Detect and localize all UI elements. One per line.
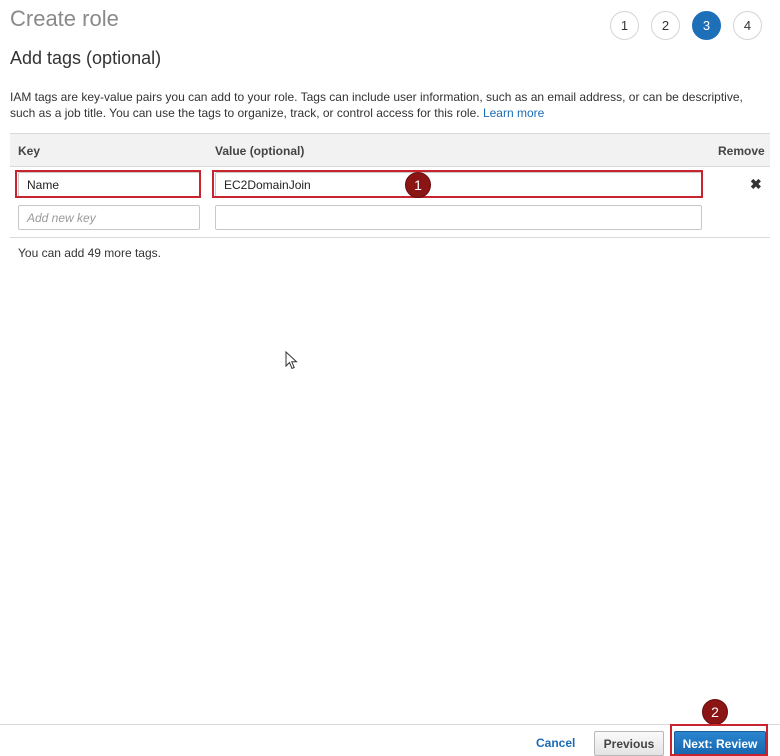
remove-tag-icon[interactable]: ✖ bbox=[750, 176, 762, 193]
tags-table-header: Key Value (optional) Remove bbox=[10, 134, 770, 167]
header-key: Key bbox=[18, 144, 41, 158]
tags-table: Key Value (optional) Remove Name EC2Doma… bbox=[10, 133, 770, 238]
remaining-tags-text: You can add 49 more tags. bbox=[18, 246, 161, 260]
new-value-input[interactable] bbox=[215, 205, 702, 230]
step-2[interactable]: 2 bbox=[651, 11, 680, 40]
section-title: Add tags (optional) bbox=[10, 48, 162, 68]
key-highlight-box bbox=[15, 170, 201, 198]
new-key-input[interactable]: Add new key bbox=[18, 205, 200, 230]
cancel-button[interactable]: Cancel bbox=[536, 736, 575, 750]
section-description: IAM tags are key-value pairs you can add… bbox=[10, 89, 770, 121]
value-highlight-box bbox=[212, 170, 703, 198]
annotation-badge-2: 2 bbox=[702, 699, 728, 725]
header-value: Value (optional) bbox=[215, 144, 305, 158]
step-3[interactable]: 3 bbox=[692, 11, 721, 40]
mouse-cursor-icon bbox=[285, 351, 298, 370]
learn-more-link[interactable]: Learn more bbox=[483, 106, 544, 120]
step-1[interactable]: 1 bbox=[610, 11, 639, 40]
footer-bar: Cancel Previous Next: Review bbox=[0, 724, 780, 756]
annotation-badge-1: 1 bbox=[405, 172, 431, 198]
page-title: Create role bbox=[10, 6, 119, 31]
next-highlight-box bbox=[670, 724, 768, 756]
wizard-steps: 1 2 3 4 bbox=[610, 11, 762, 40]
step-4[interactable]: 4 bbox=[733, 11, 762, 40]
table-row-new: Add new key bbox=[10, 201, 770, 235]
header-remove: Remove bbox=[718, 144, 765, 158]
previous-button[interactable]: Previous bbox=[594, 731, 664, 756]
table-divider bbox=[10, 237, 770, 238]
table-row: Name EC2DomainJoin 1 ✖ bbox=[10, 167, 770, 201]
description-text: IAM tags are key-value pairs you can add… bbox=[10, 90, 743, 120]
